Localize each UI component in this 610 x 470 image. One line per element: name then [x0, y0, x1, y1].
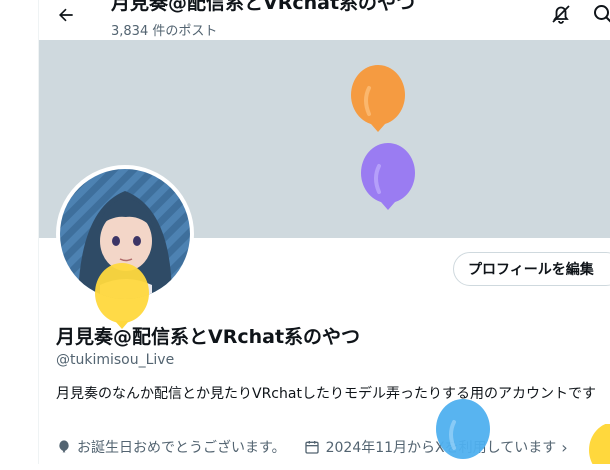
calendar-icon: [304, 439, 320, 455]
post-count: 3,834 件のポスト: [111, 20, 217, 39]
top-bar: 月見奏@配信系とVRchat系のやつ 3,834 件のポスト: [39, 0, 610, 40]
balloon-icon: [56, 439, 72, 455]
chevron-right-icon[interactable]: ›: [561, 438, 567, 457]
header-title: 月見奏@配信系とVRchat系のやつ: [111, 0, 415, 15]
display-name: 月見奏@配信系とVRchat系のやつ: [56, 322, 360, 349]
handle: @tukimisou_Live: [56, 352, 174, 368]
birthday-text: お誕生日おめでとうございます。: [77, 437, 286, 457]
arrow-left-icon: [56, 5, 76, 25]
balloon-orange: [349, 64, 407, 136]
search-icon[interactable]: [591, 2, 610, 26]
bell-slash-icon[interactable]: [549, 2, 573, 26]
back-button[interactable]: [53, 2, 79, 28]
balloon-purple: [359, 142, 417, 214]
left-gutter: [0, 0, 39, 464]
balloon-blue: [434, 398, 492, 470]
birthday-item: お誕生日おめでとうございます。: [56, 437, 286, 457]
bio: 月見奏のなんか配信とか見たりVRchatしたりモデル弄ったりする用のアカウントで…: [56, 384, 610, 404]
edit-profile-button[interactable]: プロフィールを編集: [453, 252, 610, 286]
balloon-yellow-edge: [588, 424, 610, 464]
